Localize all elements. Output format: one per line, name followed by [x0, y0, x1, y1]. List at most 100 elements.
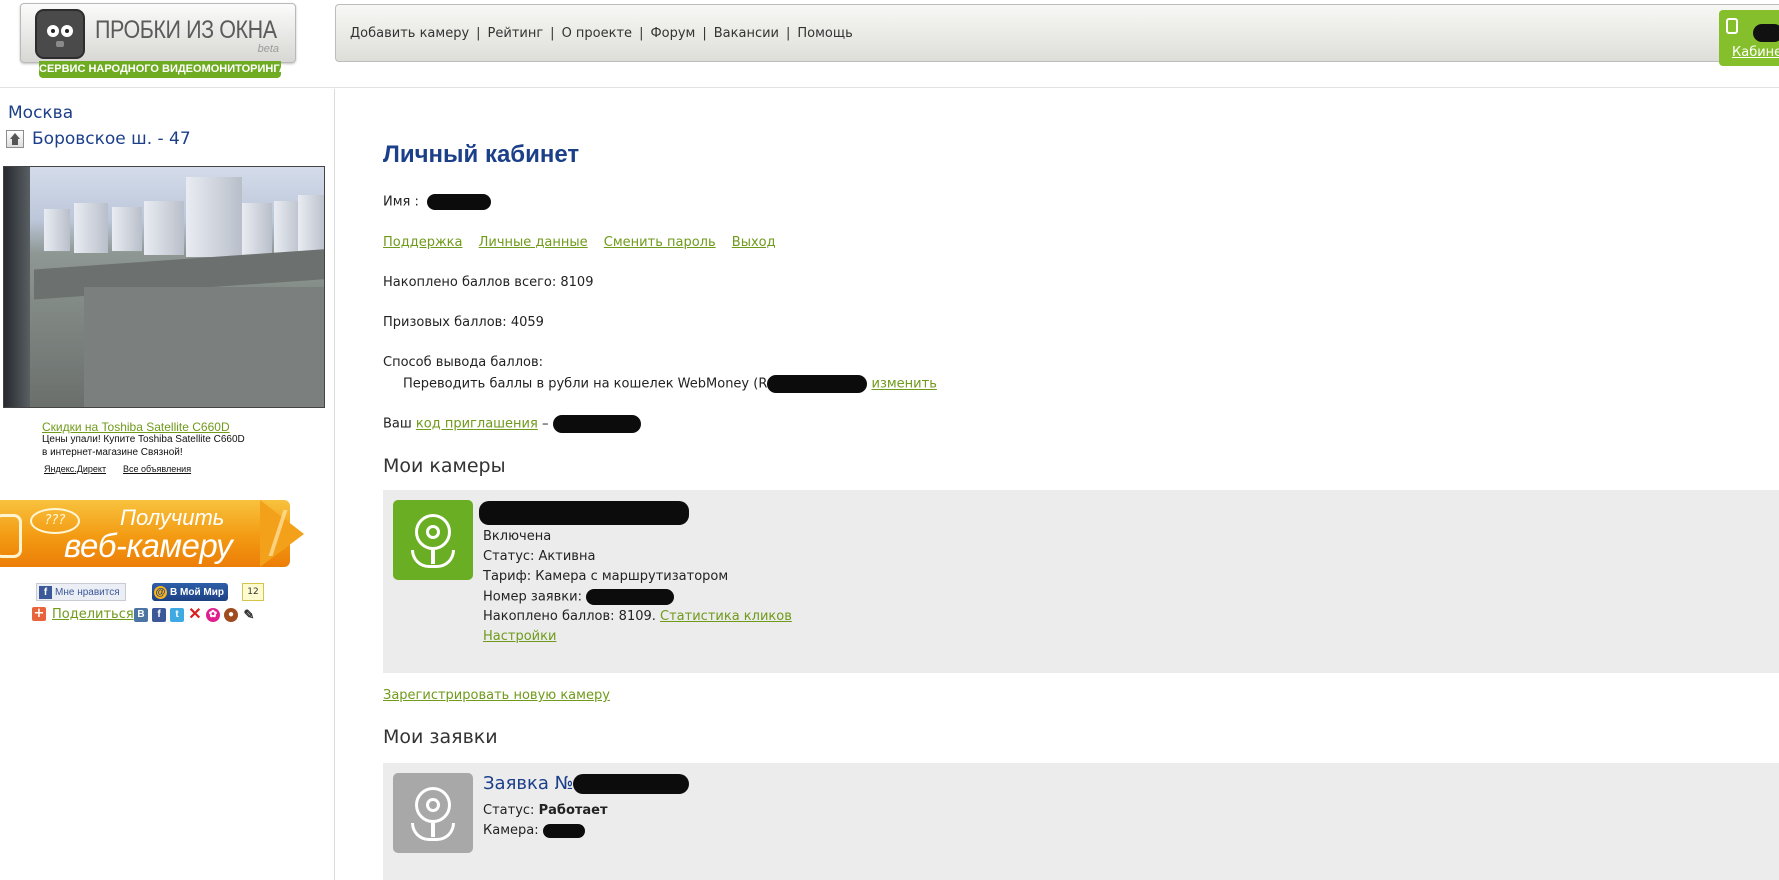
request-title-row: Заявка №	[483, 773, 690, 794]
page-title: Личный кабинет	[383, 141, 580, 168]
city-name: Москва	[8, 103, 74, 123]
nav-about[interactable]: О проекте	[562, 26, 633, 41]
withdraw-text: Переводить баллы в рубли на кошелек WebM…	[403, 376, 768, 392]
logo-subtitle: СЕРВИС НАРОДНОГО ВИДЕОМОНИТОРИНГА	[39, 61, 287, 78]
nav-add-camera[interactable]: Добавить камеру	[350, 26, 469, 41]
yandex-direct-link[interactable]: Яндекс.Директ	[44, 464, 106, 474]
myworld-count: 12	[242, 583, 264, 601]
ad-text: Цены упали! Купите Toshiba Satellite C66…	[42, 434, 245, 445]
site-header: ПРОБКИ ИЗ ОКНА beta СЕРВИС НАРОДНОГО ВИД…	[0, 0, 1779, 88]
share-plus-icon[interactable]: +	[32, 607, 46, 621]
camera-preview-image[interactable]	[3, 166, 325, 408]
webcam-icon[interactable]	[393, 773, 473, 853]
invite-prefix: Ваш	[383, 416, 412, 432]
twitter-icon[interactable]: t	[170, 608, 184, 622]
request-card: Заявка № Статус: Работает Камера:	[383, 763, 1779, 880]
request-camera-row: Камера:	[483, 823, 585, 838]
withdraw-row: Переводить баллы в рубли на кошелек WebM…	[403, 375, 937, 393]
webcam-icon[interactable]	[393, 500, 473, 580]
invite-dash: –	[541, 416, 549, 432]
redacted-camera	[542, 823, 585, 838]
main-content: Личный кабинет Имя : Поддержка Личные да…	[336, 89, 1779, 880]
nav-separator: |	[702, 25, 707, 41]
nav-help[interactable]: Помощь	[797, 26, 852, 41]
name-label: Имя :	[383, 194, 419, 210]
camera-status: Статус: Активна	[483, 549, 596, 564]
nav-separator: |	[476, 25, 481, 41]
nav-vacancies[interactable]: Вакансии	[714, 26, 779, 41]
click-stats-link[interactable]: Статистика кликов	[660, 609, 792, 624]
prize-points: Призовых баллов: 4059	[383, 315, 544, 330]
camera-settings-link[interactable]: Настройки	[483, 629, 556, 644]
x-icon[interactable]: ✕	[188, 607, 202, 623]
account-links: Поддержка Личные данные Сменить пароль В…	[383, 235, 788, 250]
nav-separator: |	[550, 25, 555, 41]
my-requests-title: Мои заявки	[383, 726, 498, 748]
top-navigation: Добавить камеру | Рейтинг | О проекте | …	[335, 4, 1779, 66]
logo-title: ПРОБКИ ИЗ ОКНА	[95, 16, 277, 44]
flower-icon[interactable]: ✿	[206, 608, 220, 622]
pencil-icon[interactable]: ✎	[242, 608, 256, 622]
camera-state: Включена	[483, 529, 552, 544]
camera-request-row: Номер заявки:	[483, 589, 675, 605]
redacted-request-number	[586, 589, 675, 605]
home-icon[interactable]	[6, 130, 24, 148]
name-row: Имя :	[383, 194, 492, 210]
personal-data-link[interactable]: Личные данные	[479, 235, 588, 250]
camera-tariff: Тариф: Камера с маршрутизатором	[483, 569, 729, 584]
redacted-username	[1753, 24, 1779, 42]
change-password-link[interactable]: Сменить пароль	[604, 235, 716, 250]
site-logo[interactable]: ПРОБКИ ИЗ ОКНА beta	[20, 3, 296, 63]
invite-code-link[interactable]: код приглашения	[416, 417, 538, 432]
camera-address[interactable]: Боровское ш. - 47	[32, 129, 191, 149]
withdraw-label: Способ вывода баллов:	[383, 355, 544, 370]
nav-forum[interactable]: Форум	[650, 26, 695, 41]
logo-beta: beta	[257, 43, 279, 55]
share-link[interactable]: Поделиться	[52, 607, 134, 622]
cabinet-link[interactable]: Кабинет	[1732, 45, 1779, 60]
ad-link[interactable]: Скидки на Toshiba Satellite C660D	[42, 420, 230, 434]
banner-line2: веб-камеру	[64, 527, 233, 564]
support-link[interactable]: Поддержка	[383, 235, 463, 250]
camera-points: Накоплено баллов: 8109.	[483, 609, 656, 624]
my-cameras-title: Мои камеры	[383, 455, 506, 477]
mailru-icon: @	[154, 585, 167, 599]
all-ads-link[interactable]: Все объявления	[123, 464, 191, 474]
like-label: Мне нравится	[55, 586, 120, 598]
request-status-row: Статус: Работает	[483, 803, 608, 818]
redacted-camera-name	[479, 501, 689, 525]
webcam-icon	[0, 514, 22, 558]
change-withdraw-link[interactable]: изменить	[872, 377, 937, 392]
sidebar: Москва Боровское ш. - 47 Скидки на Toshi…	[0, 89, 335, 880]
nav-rating[interactable]: Рейтинг	[488, 26, 544, 41]
owl-icon	[1726, 18, 1738, 34]
facebook-icon: f	[39, 585, 52, 599]
owl-logo-icon	[35, 9, 85, 59]
camera-card: Включена Статус: Активна Тариф: Камера с…	[383, 490, 1779, 673]
redacted-wallet	[767, 375, 868, 393]
settings-row: Настройки	[483, 629, 556, 644]
request-status-value: Работает	[538, 803, 608, 818]
request-number-label: Номер заявки:	[483, 589, 582, 605]
nav-separator: |	[639, 25, 644, 41]
invite-row: Ваш код приглашения –	[383, 415, 641, 433]
camera-points-row: Накоплено баллов: 8109. Статистика клико…	[483, 609, 792, 624]
facebook-like-button[interactable]: f Мне нравится	[36, 583, 126, 601]
request-camera-label: Камера:	[483, 823, 539, 838]
nav-separator: |	[786, 25, 791, 41]
total-points: Накоплено баллов всего: 8109	[383, 275, 594, 290]
register-camera-link[interactable]: Зарегистрировать новую камеру	[383, 688, 610, 703]
register-row: Зарегистрировать новую камеру	[383, 688, 610, 703]
logout-link[interactable]: Выход	[732, 235, 776, 250]
cabinet-tab[interactable]: Кабинет	[1719, 10, 1779, 66]
redacted-invite-code	[552, 415, 641, 433]
vk-icon[interactable]: B	[134, 608, 148, 622]
request-status-label: Статус:	[483, 803, 535, 818]
get-webcam-banner[interactable]: ??? Получить веб-камеру	[0, 500, 306, 567]
redacted-name	[427, 194, 492, 210]
bear-icon[interactable]: ●	[224, 608, 238, 622]
myworld-button[interactable]: @ В Мой Мир	[152, 583, 228, 601]
request-title[interactable]: Заявка №	[483, 773, 573, 794]
myworld-label: В Мой Мир	[170, 586, 224, 598]
facebook-icon[interactable]: f	[152, 608, 166, 622]
